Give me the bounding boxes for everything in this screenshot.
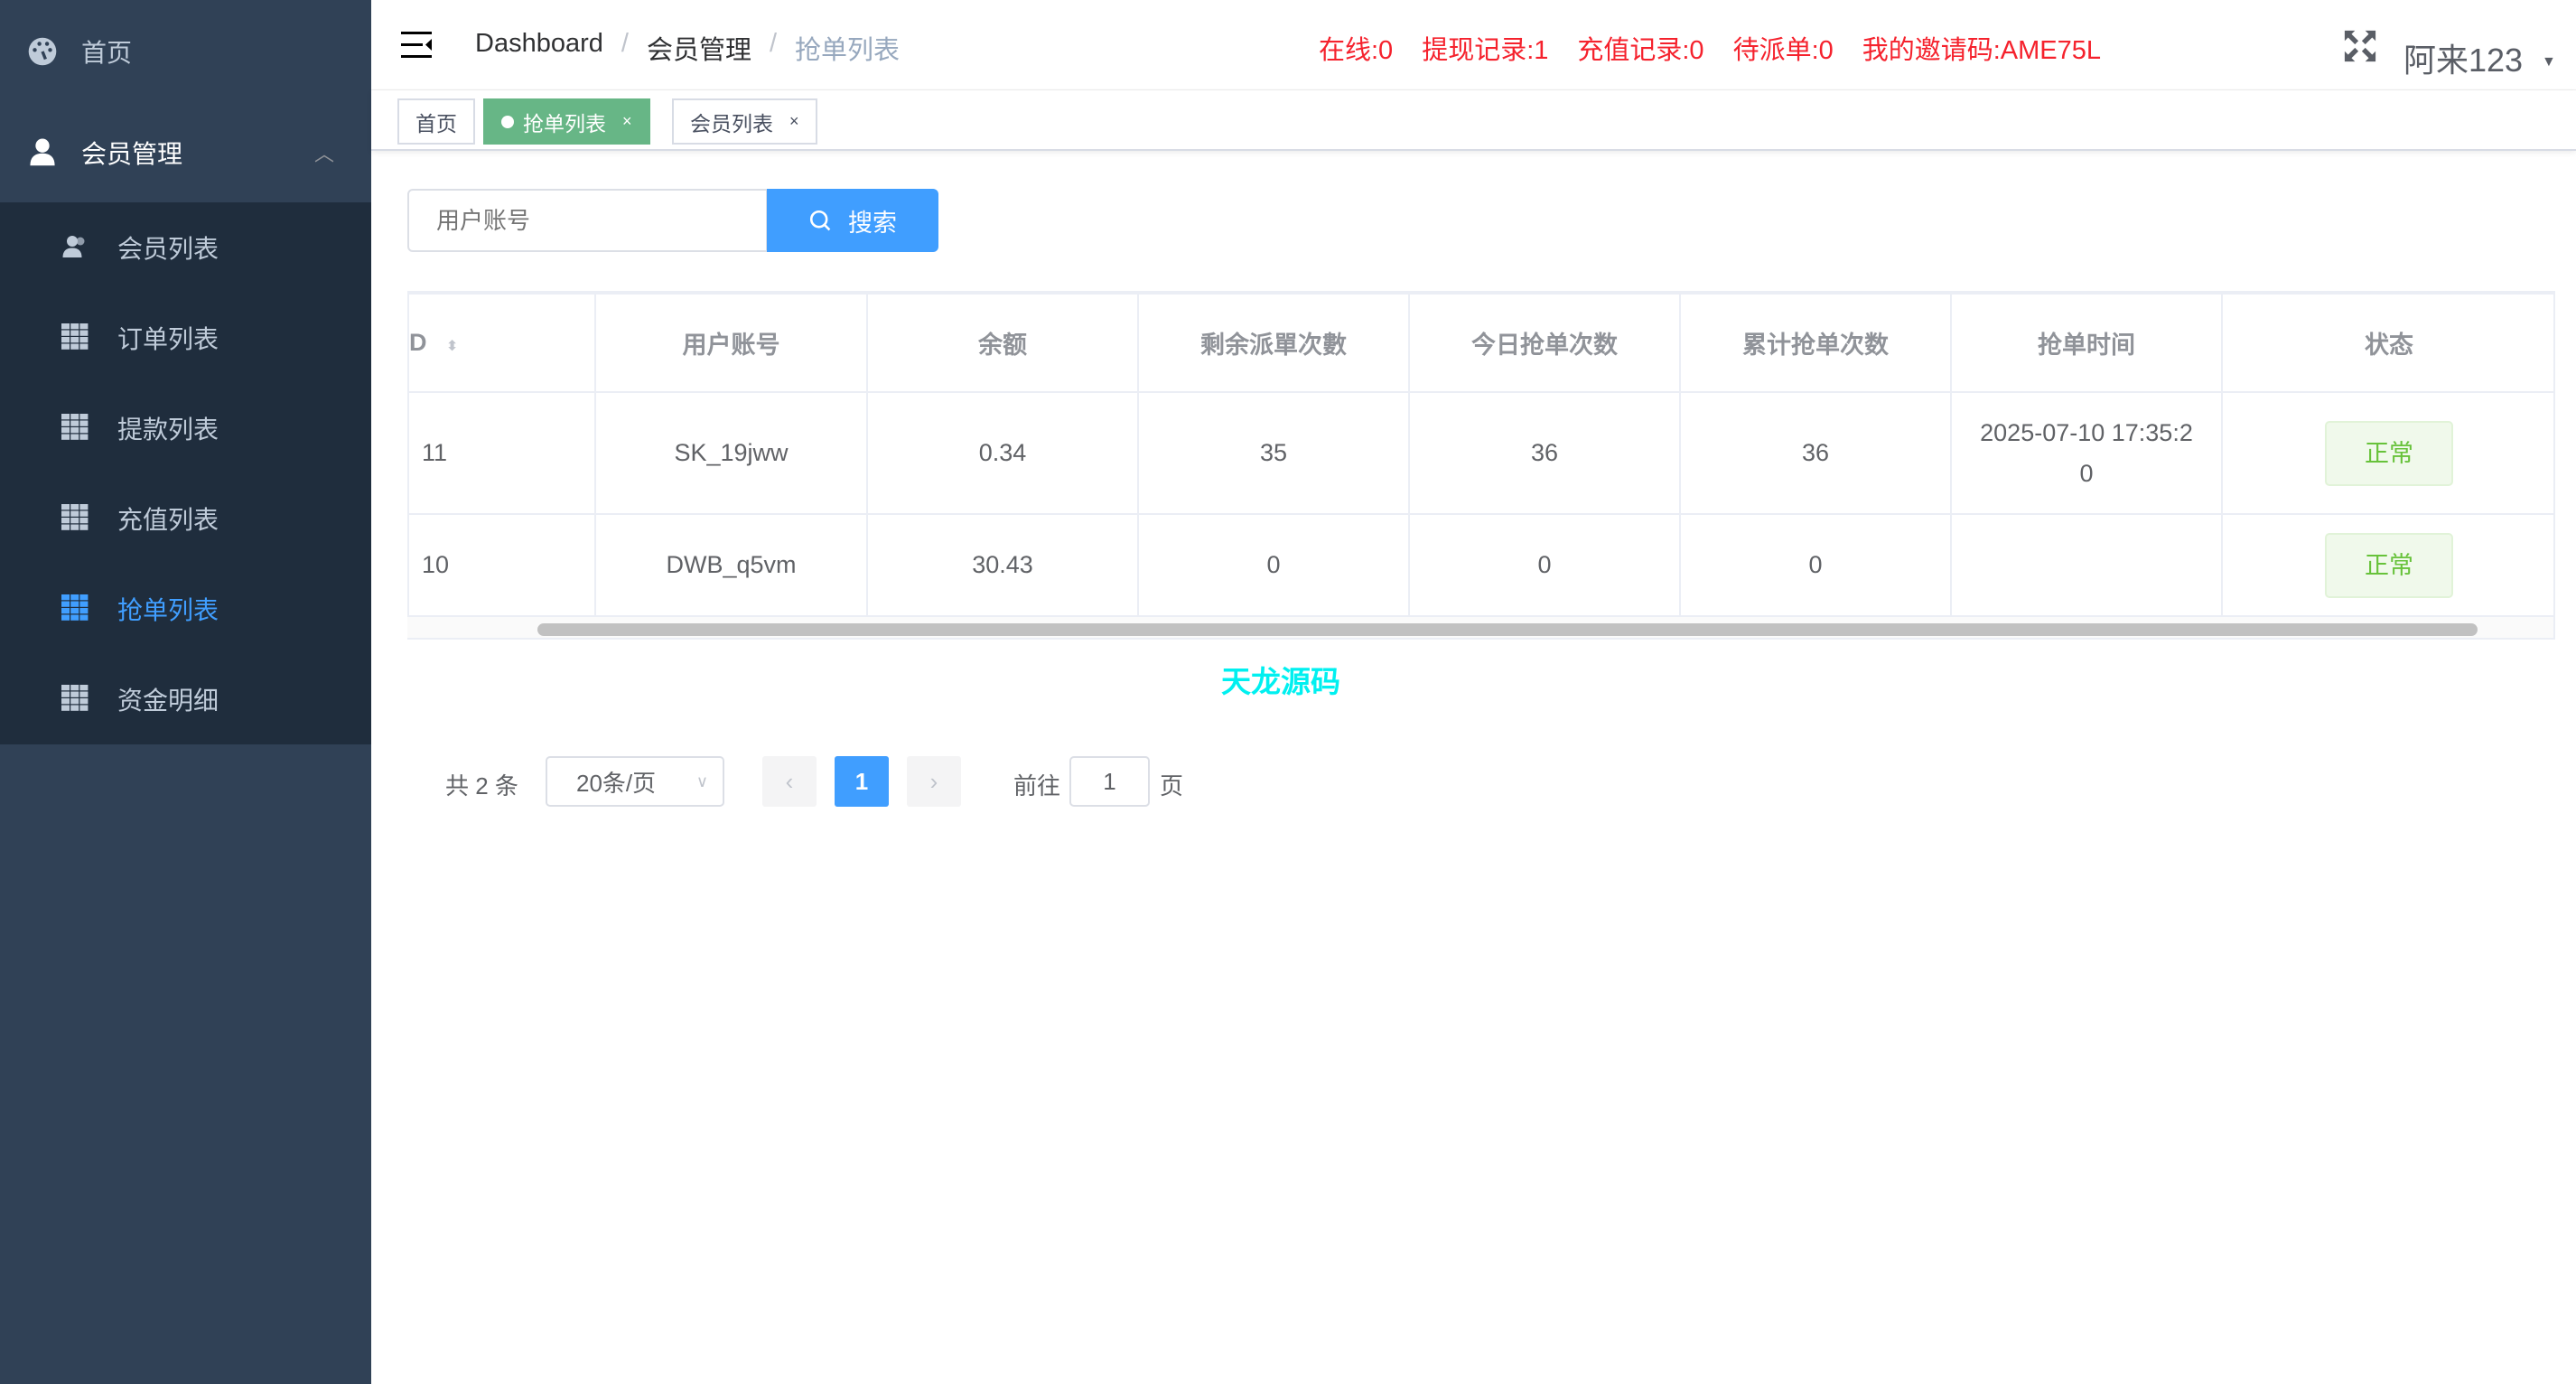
caret-down-icon[interactable]: ▼ (2542, 54, 2556, 70)
navbar: Dashboard / 会员管理 / 抢单列表 在线:0 提现记录:1 充值记录:0 待派… (371, 0, 2576, 90)
column-header: 状态 (2222, 294, 2555, 392)
breadcrumb-item[interactable]: 会员管理 (647, 29, 751, 67)
table-cell: DWB_q5vm (595, 514, 867, 616)
pagination-total: 共 2 条 (445, 768, 518, 801)
table-cell: 36 (1680, 392, 1951, 514)
chevron-up-icon: ︿ (314, 138, 334, 167)
table-cell: 36 (1409, 392, 1680, 514)
sidebar-item-1[interactable]: 订单列表 (0, 293, 371, 383)
table-icon (61, 323, 89, 351)
table-row: 11SK_19jww0.343536362025-07-10 17:35:20正… (408, 392, 2555, 514)
page-suffix: 页 (1160, 768, 1183, 801)
table-cell: 30.43 (867, 514, 1138, 616)
column-header: 今日抢单次数 (1409, 294, 1680, 392)
users-icon (61, 233, 89, 260)
sidebar-group-member[interactable]: 会员管理 ︿ (0, 102, 371, 202)
table-cell: 正常 (2222, 514, 2555, 616)
search-input[interactable] (407, 189, 768, 252)
sidebar-item-3[interactable]: 充值列表 (0, 473, 371, 564)
stat-item: 我的邀请码:AME75L (1862, 29, 2101, 67)
sidebar: 首页 会员管理 ︿ 会员列表订单列表提款列表充值列表抢单列表资金明细 (0, 0, 371, 1384)
fullscreen-icon[interactable] (2343, 29, 2377, 63)
status-badge: 正常 (2325, 421, 2453, 486)
goto-page-input[interactable] (1069, 756, 1150, 807)
column-header: 剩余派單次數 (1138, 294, 1409, 392)
breadcrumb-separator: / (770, 29, 777, 67)
chevron-down-icon: ∨ (696, 772, 708, 791)
prev-page-button[interactable]: ‹ (762, 756, 817, 807)
table-cell: 10 (408, 514, 595, 616)
column-header: 累计抢单次数 (1680, 294, 1951, 392)
breadcrumb-item: 抢单列表 (795, 29, 900, 67)
column-header: 余额 (867, 294, 1138, 392)
user-menu[interactable]: 阿来123 (2403, 34, 2523, 81)
search-button[interactable]: 搜索 (767, 189, 938, 252)
table-row: 10DWB_q5vm30.43000正常 (408, 514, 2555, 616)
scrollbar-thumb[interactable] (537, 623, 2478, 636)
table-cell: 0 (1680, 514, 1951, 616)
sidebar-item-5[interactable]: 资金明细 (0, 654, 371, 744)
table-cell: 0 (1138, 514, 1409, 616)
horizontal-scrollbar[interactable] (407, 615, 2555, 640)
table-icon (61, 504, 89, 531)
data-table: D ⬍用户账号余额剩余派單次數今日抢单次数累计抢单次数抢单时间状态 11SK_1… (407, 291, 2555, 640)
sidebar-item-home[interactable]: 首页 (0, 0, 371, 102)
active-dot-icon (501, 116, 514, 128)
goto-label: 前往 (1013, 768, 1060, 801)
stat-item: 在线:0 (1319, 29, 1393, 67)
tags-view: 首页 抢单列表× 会员列表× (371, 90, 2576, 151)
page-1-button[interactable]: 1 (835, 756, 889, 807)
page-size-select[interactable]: 20条/页 ∨ (546, 756, 724, 807)
watermark: 天龙源码 (1221, 658, 1340, 701)
tag-member-list[interactable]: 会员列表× (672, 98, 817, 145)
breadcrumb-separator: / (621, 29, 629, 67)
stat-item: 充值记录:0 (1577, 29, 1703, 67)
table-icon (61, 594, 89, 622)
sort-icon[interactable]: ⬍ (446, 339, 458, 354)
table-cell: 0 (1409, 514, 1680, 616)
stat-item: 提现记录:1 (1422, 29, 1548, 67)
submenu: 会员列表订单列表提款列表充值列表抢单列表资金明细 (0, 202, 371, 744)
column-header: 抢单时间 (1951, 294, 2222, 392)
user-icon (27, 136, 58, 167)
stats-bar: 在线:0 提现记录:1 充值记录:0 待派单:0 我的邀请码:AME75L (1319, 29, 2101, 67)
close-icon[interactable]: × (622, 112, 632, 131)
table-cell: 11 (408, 392, 595, 514)
breadcrumb-item[interactable]: Dashboard (475, 29, 603, 67)
sidebar-item-0[interactable]: 会员列表 (0, 202, 371, 293)
tag-grab-order-list[interactable]: 抢单列表× (483, 98, 650, 145)
stat-item: 待派单:0 (1733, 29, 1834, 67)
table-icon (61, 685, 89, 712)
table-cell: 35 (1138, 392, 1409, 514)
hamburger-icon[interactable] (401, 32, 432, 59)
dashboard-icon (27, 36, 58, 67)
column-header: 用户账号 (595, 294, 867, 392)
table-cell (1951, 514, 2222, 616)
search-icon (808, 209, 832, 232)
breadcrumb: Dashboard / 会员管理 / 抢单列表 (475, 29, 900, 67)
table-cell: 0.34 (867, 392, 1138, 514)
tag-home[interactable]: 首页 (397, 98, 475, 145)
pagination: 共 2 条 20条/页 ∨ ‹ 1 › 前往 页 (0, 756, 2576, 807)
table-cell: 正常 (2222, 392, 2555, 514)
table-cell: 2025-07-10 17:35:20 (1951, 392, 2222, 514)
table-cell: SK_19jww (595, 392, 867, 514)
column-header[interactable]: D ⬍ (408, 294, 595, 392)
sidebar-item-2[interactable]: 提款列表 (0, 383, 371, 473)
table-icon (61, 414, 89, 441)
sidebar-item-4[interactable]: 抢单列表 (0, 564, 371, 654)
close-icon[interactable]: × (789, 112, 799, 131)
next-page-button[interactable]: › (907, 756, 961, 807)
status-badge: 正常 (2325, 533, 2453, 598)
